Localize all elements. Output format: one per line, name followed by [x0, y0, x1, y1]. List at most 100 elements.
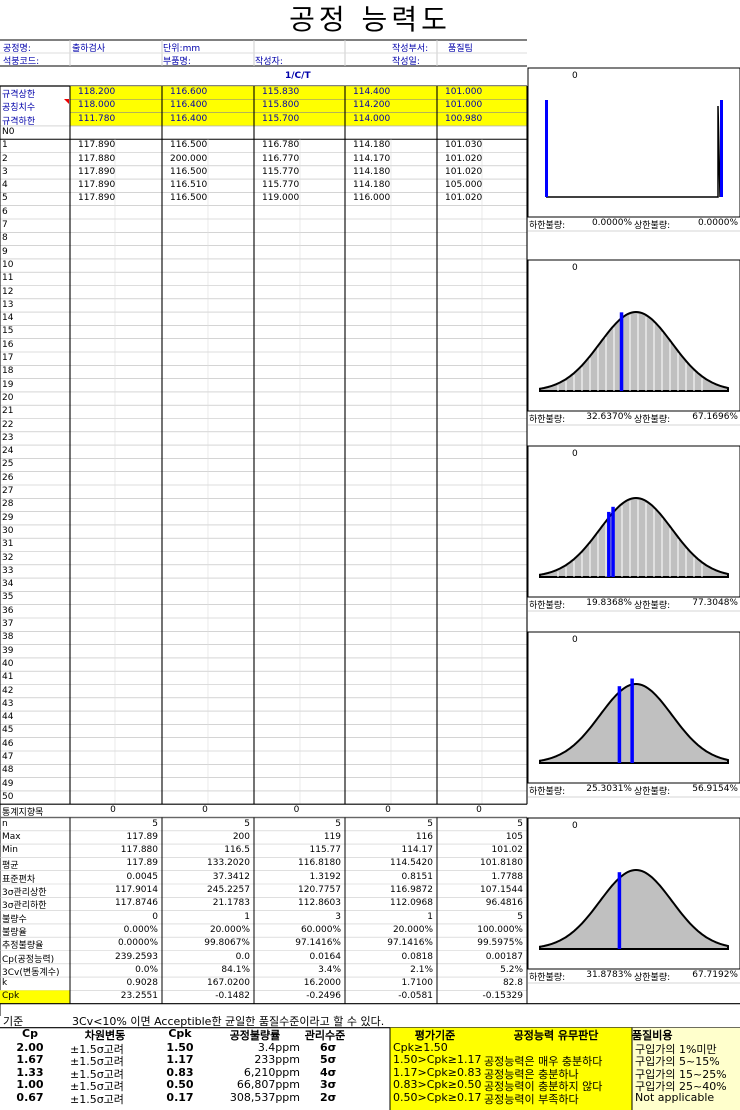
dept-value: 품질팀: [448, 44, 473, 54]
high-defect-label: 상한불량:: [634, 601, 671, 611]
stat-value: 0: [202, 805, 208, 816]
row-number: 45: [2, 725, 14, 736]
stat-row-value: 5: [517, 818, 523, 829]
data-value: 101.020: [445, 153, 483, 164]
criteria-dim: ±1.5σ고려: [70, 1092, 124, 1106]
stat-row-label: Cpk: [2, 991, 20, 1002]
row-number: 34: [2, 579, 14, 590]
distribution-chart: [527, 445, 740, 612]
data-value: 117.890: [78, 166, 116, 177]
stat-row-value: 5: [517, 911, 523, 922]
stat-row-value: 0.0045: [126, 871, 159, 882]
stat-row-value: 117.89: [126, 831, 159, 842]
row-number: 5: [2, 193, 8, 204]
stat-row-label: Cp(공정능력): [2, 954, 55, 965]
distribution-chart: [527, 631, 740, 798]
stat-row-value: 114.5420: [390, 858, 433, 869]
data-value: 116.500: [170, 140, 208, 151]
mean-bar: [617, 686, 622, 763]
criteria-cpk: 0.17: [166, 1090, 194, 1104]
high-defect-label: 상한불량:: [634, 415, 671, 425]
stat-row-value: 5.2%: [500, 964, 523, 975]
row-number: 13: [2, 299, 14, 310]
stat-row-value: 119: [323, 831, 341, 842]
row-number: 38: [2, 632, 14, 643]
row-number: 43: [2, 698, 14, 709]
stat-row-value: 133.2020: [207, 858, 250, 869]
chart-top-label: 0: [572, 635, 578, 645]
stat-row-label: Min: [2, 845, 18, 856]
criteria-cpk: 1.50: [166, 1040, 194, 1054]
stat-label: 통계지향목: [2, 808, 44, 819]
row-number: 1: [2, 140, 8, 151]
criteria-eval: 1.50>Cpk≥1.17: [393, 1053, 482, 1067]
author-label: 작성자:: [255, 57, 283, 67]
stat-row-value: 1.7788: [491, 871, 524, 882]
high-defect-value: 56.9154%: [692, 784, 738, 794]
row-number: 6: [2, 206, 8, 217]
row-number: 37: [2, 619, 14, 629]
spec-value: 111.780: [78, 113, 116, 124]
stat-row-value: 112.8603: [298, 898, 341, 909]
row-number: 30: [2, 525, 14, 536]
data-value: 116.000: [353, 193, 391, 204]
mean-bar: [619, 312, 624, 391]
stat-row-value: 1: [427, 911, 433, 922]
stat-row-value: 116.9872: [390, 885, 433, 895]
stat-row-value: 167.0200: [207, 978, 250, 989]
criteria-defect: 3.4ppm: [257, 1040, 300, 1054]
spec-value: 115.700: [262, 113, 300, 124]
data-value: 115.770: [262, 166, 300, 177]
stat-row-value: 0.0000%: [117, 938, 158, 949]
criteria-cost: Not applicable: [635, 1090, 715, 1104]
stat-row-value: 3.4%: [318, 964, 341, 975]
stat-row-value: 5: [244, 818, 250, 829]
stat-row-value: 60.000%: [300, 924, 341, 935]
chart-top-label: 0: [572, 821, 578, 831]
row-number: 27: [2, 486, 14, 496]
row-number: 33: [2, 565, 14, 576]
criteria-cp: 1.00: [16, 1078, 44, 1092]
stat-row-value: -0.2496: [306, 991, 341, 1002]
row-number: 40: [2, 658, 14, 669]
spec-row-label: 규격하한: [2, 116, 36, 127]
criteria-cpk: 0.50: [166, 1078, 194, 1092]
spec-value: 116.400: [170, 100, 208, 111]
unit-label: 단위:mm: [163, 44, 201, 54]
row-number: 24: [2, 446, 14, 457]
data-value: 117.890: [78, 193, 116, 204]
row-number: 4: [2, 180, 8, 191]
stat-row-value: 116.8180: [298, 858, 341, 869]
data-value: 116.500: [170, 166, 208, 177]
stat-row-label: 추정불량율: [2, 941, 44, 952]
column-header: 1/C/T: [285, 71, 311, 81]
high-defect-value: 67.1696%: [692, 412, 738, 422]
stat-row-value: 84.1%: [221, 964, 250, 975]
criteria-eval: Cpk≥1.50: [393, 1040, 448, 1054]
stat-row-value: 0.00187: [485, 951, 523, 962]
spec-value: 115.830: [262, 87, 300, 97]
mean-bar: [611, 506, 615, 577]
stat-row-value: 5: [152, 818, 158, 829]
criteria-cpk: 0.83: [166, 1065, 194, 1079]
stat-row-value: -0.15329: [482, 991, 523, 1002]
high-defect-label: 상한불량:: [634, 787, 671, 797]
stat-row-value: 1.7100: [401, 978, 434, 989]
spec-value: 118.000: [78, 100, 116, 111]
comment-marker: [64, 99, 69, 104]
criteria-col-header: Cp: [22, 1026, 38, 1040]
data-value: 116.500: [170, 193, 208, 204]
stat-row-value: 82.8: [502, 978, 523, 989]
row-number: 26: [2, 472, 14, 483]
stat-row-label: 평균: [2, 861, 19, 872]
process-label: 공정명:: [3, 44, 31, 54]
stat-row-value: 0.9028: [126, 978, 159, 989]
row-number: 9: [2, 246, 8, 257]
code-label: 석붕코드:: [3, 57, 40, 67]
data-value: 114.180: [353, 180, 391, 191]
high-defect-value: 77.3048%: [692, 598, 738, 608]
stat-row-value: 116.5: [224, 845, 250, 856]
spec-value: 118.200: [78, 87, 116, 97]
spec-value: 101.000: [445, 100, 483, 111]
stat-value: 0: [476, 805, 482, 816]
